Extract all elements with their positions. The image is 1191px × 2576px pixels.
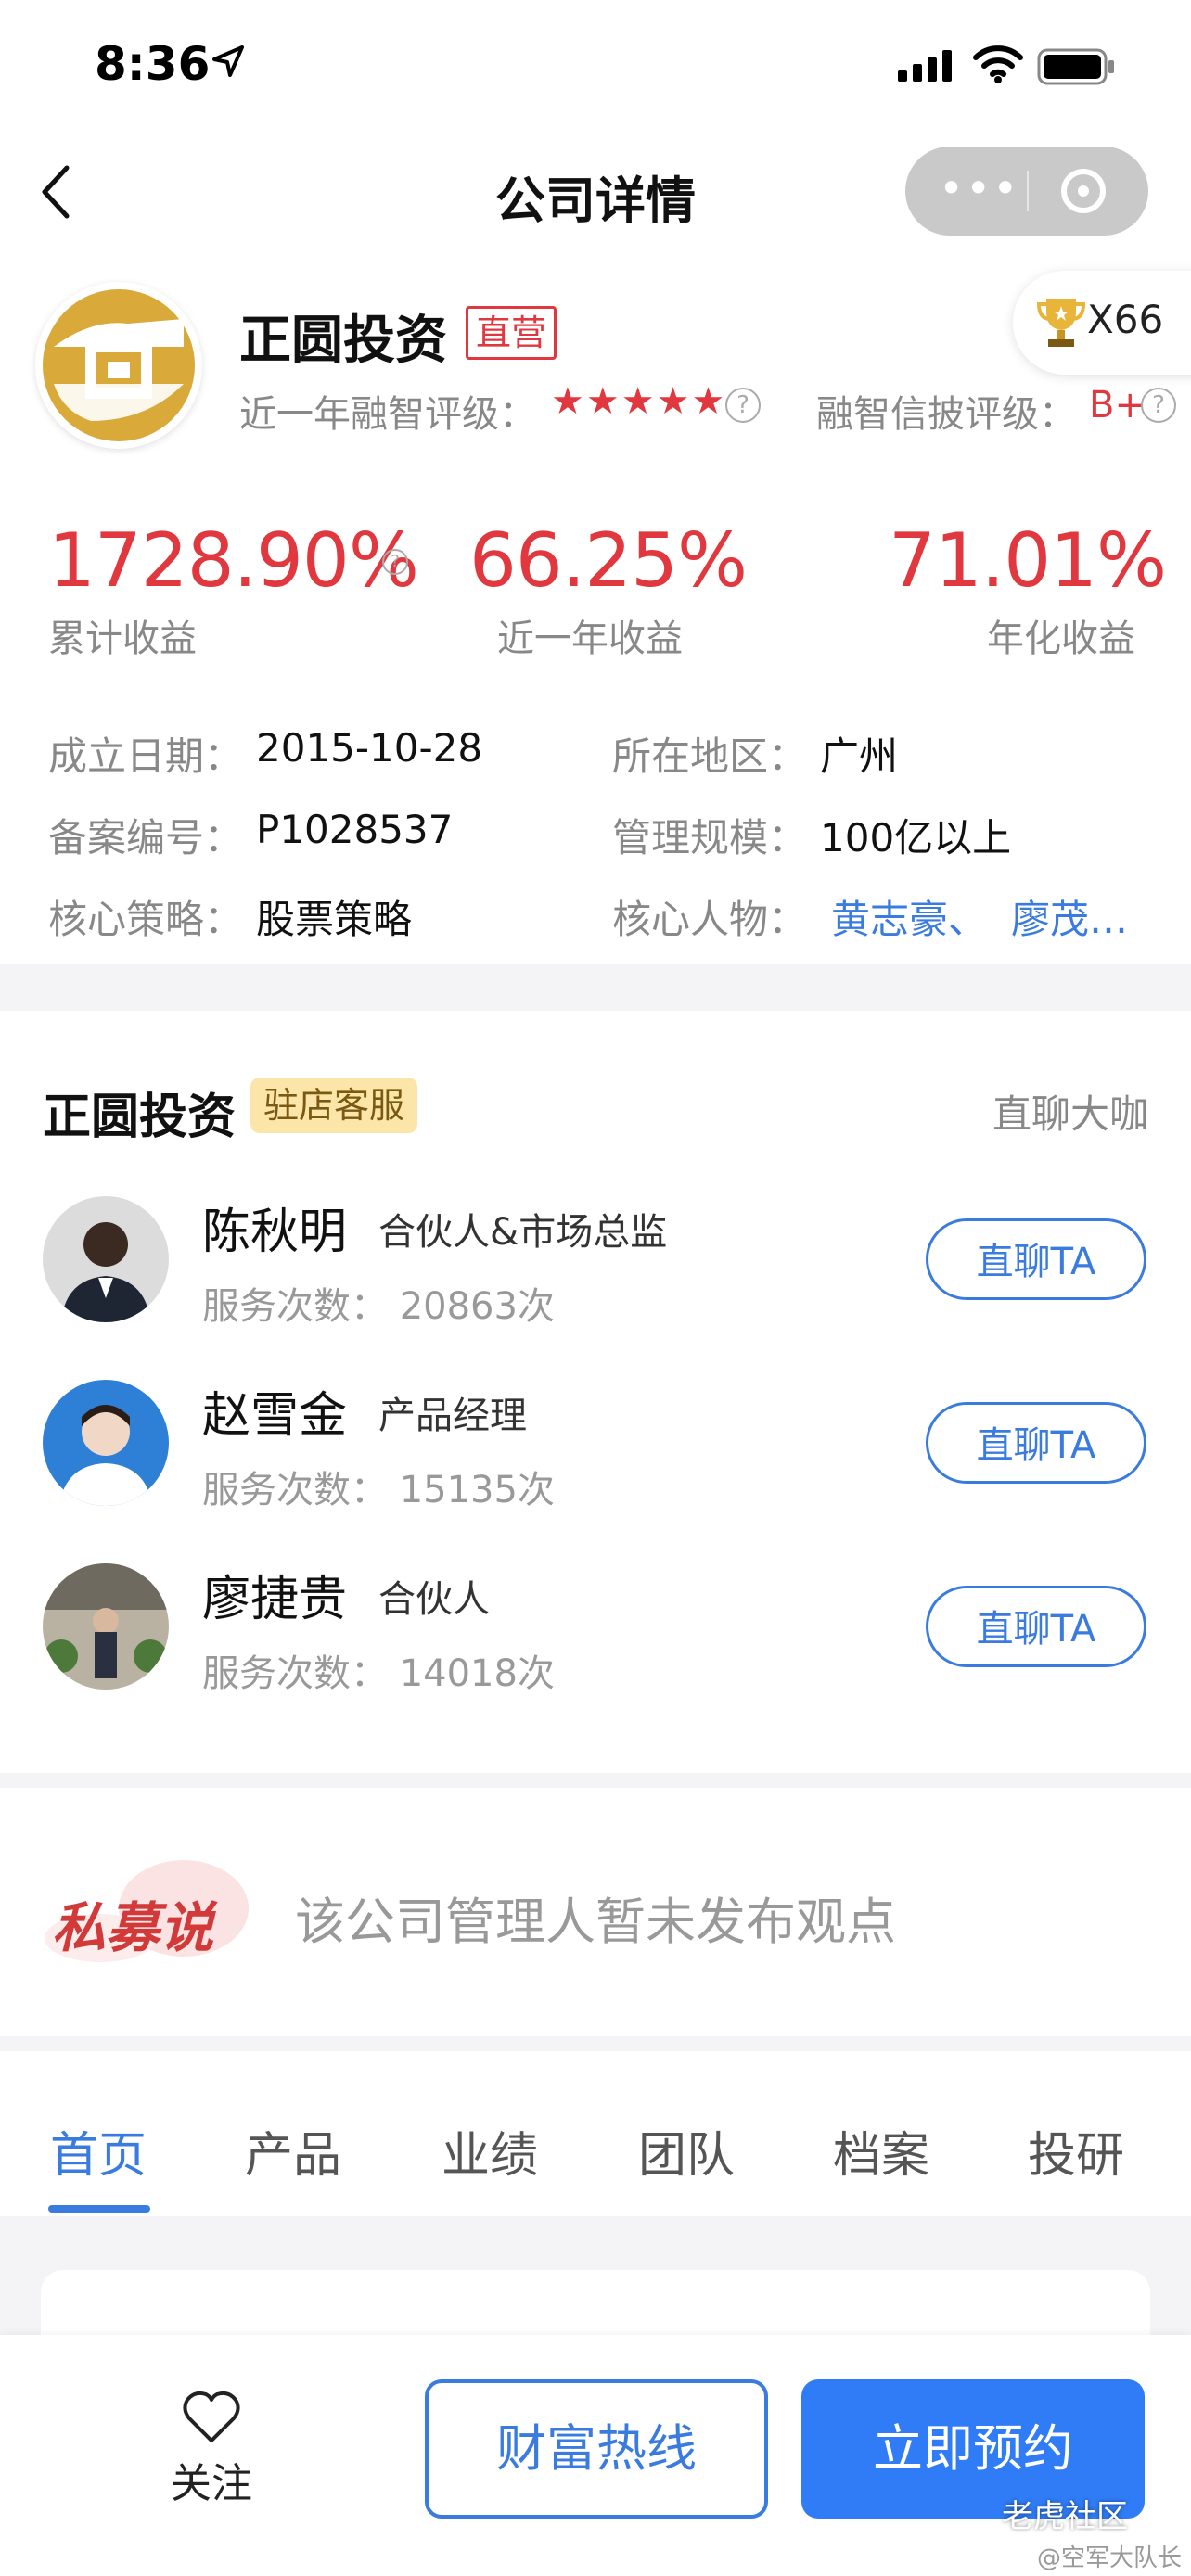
person-role: 合伙人 <box>378 1578 490 1621</box>
chat-button[interactable]: 直聊TA <box>926 1402 1146 1484</box>
scale-label: 管理规模： <box>612 815 808 861</box>
annualized-return-value: 71.01% <box>889 517 1167 604</box>
section-divider <box>0 964 1191 1011</box>
heart-icon[interactable] <box>182 2391 241 2444</box>
opinion-logo: 私募说 <box>45 1855 249 1966</box>
person-name: 廖捷贵 <box>202 1572 348 1627</box>
tab-home[interactable]: 首页 <box>50 2116 147 2186</box>
cumulative-return-label: 累计收益 <box>48 618 197 660</box>
watermark: 老虎社区 <box>1002 2498 1128 2535</box>
core-person-link[interactable]: 黄志豪、 <box>831 888 987 945</box>
annualized-return-label: 年化收益 <box>987 618 1135 660</box>
cellular-signal-icon <box>898 50 952 82</box>
disclosure-label: 融智信披评级： <box>816 393 1076 436</box>
more-icon[interactable]: ••• <box>939 163 1019 213</box>
person-role: 产品经理 <box>378 1395 527 1437</box>
founded-value: 2015-10-28 <box>256 725 483 771</box>
help-icon[interactable]: ? <box>725 388 761 423</box>
section-divider <box>0 1773 1191 1788</box>
core-person-link[interactable]: 廖茂… <box>1011 888 1128 945</box>
opinion-empty-text: 该公司管理人暂未发布观点 <box>295 1893 896 1951</box>
tab-research[interactable]: 投研 <box>1028 2116 1124 2186</box>
core-people-label: 核心人物： <box>612 897 808 942</box>
disclosure-value: B+ <box>1089 384 1146 427</box>
opinion-logo-text: 私募说 <box>52 1896 214 1959</box>
person-role: 合伙人&市场总监 <box>378 1211 668 1254</box>
tab-archive[interactable]: 档案 <box>833 2116 929 2186</box>
region-label: 所在地区： <box>612 733 808 779</box>
direct-badge: 直营 <box>466 306 557 360</box>
tab-products[interactable]: 产品 <box>245 2116 341 2186</box>
company-logo <box>35 282 202 449</box>
service-count: 服务次数： 20863次 <box>202 1285 555 1328</box>
tab-team[interactable]: 团队 <box>638 2116 735 2186</box>
wealth-hotline-button[interactable]: 财富热线 <box>425 2379 768 2519</box>
avatar <box>43 1380 169 1506</box>
close-target-icon[interactable] <box>1061 169 1106 213</box>
service-tag: 驻店客服 <box>250 1078 418 1133</box>
help-icon[interactable]: ? <box>382 549 408 575</box>
scale-value: 100亿以上 <box>820 815 1012 861</box>
battery-icon <box>1037 48 1114 85</box>
help-icon[interactable]: ? <box>1141 388 1176 423</box>
service-count: 服务次数： 15135次 <box>202 1469 555 1511</box>
active-tab-indicator <box>48 2205 150 2213</box>
service-count: 服务次数： 14018次 <box>202 1652 555 1695</box>
one-year-return-value: 66.25% <box>469 517 748 604</box>
one-year-return-label: 近一年收益 <box>497 618 683 660</box>
rating-stars: ★★★★★ <box>551 380 727 423</box>
strategy-value: 股票策略 <box>256 897 413 942</box>
status-time: 8:36 <box>95 37 211 91</box>
person-name: 赵雪金 <box>202 1388 348 1444</box>
cumulative-return-value: 1728.90% <box>48 517 419 604</box>
tab-performance[interactable]: 业绩 <box>442 2116 538 2186</box>
strategy-label: 核心策略： <box>48 897 244 942</box>
company-name: 正圆投资 <box>239 311 447 371</box>
record-label: 备案编号： <box>48 815 244 861</box>
wifi-icon <box>973 45 1023 83</box>
founded-label: 成立日期： <box>48 733 244 779</box>
chat-button[interactable]: 直聊TA <box>926 1218 1146 1300</box>
record-value: P1028537 <box>256 807 454 852</box>
trophy-count: X66 <box>1087 297 1164 342</box>
watermark-user: @空军大队长 <box>1037 2544 1183 2572</box>
section-divider <box>0 2036 1191 2051</box>
chat-button[interactable]: 直聊TA <box>926 1586 1146 1667</box>
region-value: 广州 <box>820 733 899 779</box>
avatar <box>43 1563 169 1690</box>
rating-label: 近一年融智评级： <box>239 393 536 436</box>
capsule-divider <box>1027 171 1029 211</box>
location-arrow-icon <box>212 45 244 77</box>
trophy-icon <box>1037 299 1085 347</box>
follow-label[interactable]: 关注 <box>171 2450 252 2509</box>
company-logo-mark-icon <box>43 289 195 441</box>
person-name: 陈秋明 <box>202 1205 348 1260</box>
miniapp-capsule: ••• <box>905 147 1148 236</box>
service-title: 正圆投资 <box>43 1090 237 1145</box>
avatar <box>43 1196 169 1322</box>
chat-expert-link[interactable]: 直聊大咖 <box>992 1083 1148 1140</box>
